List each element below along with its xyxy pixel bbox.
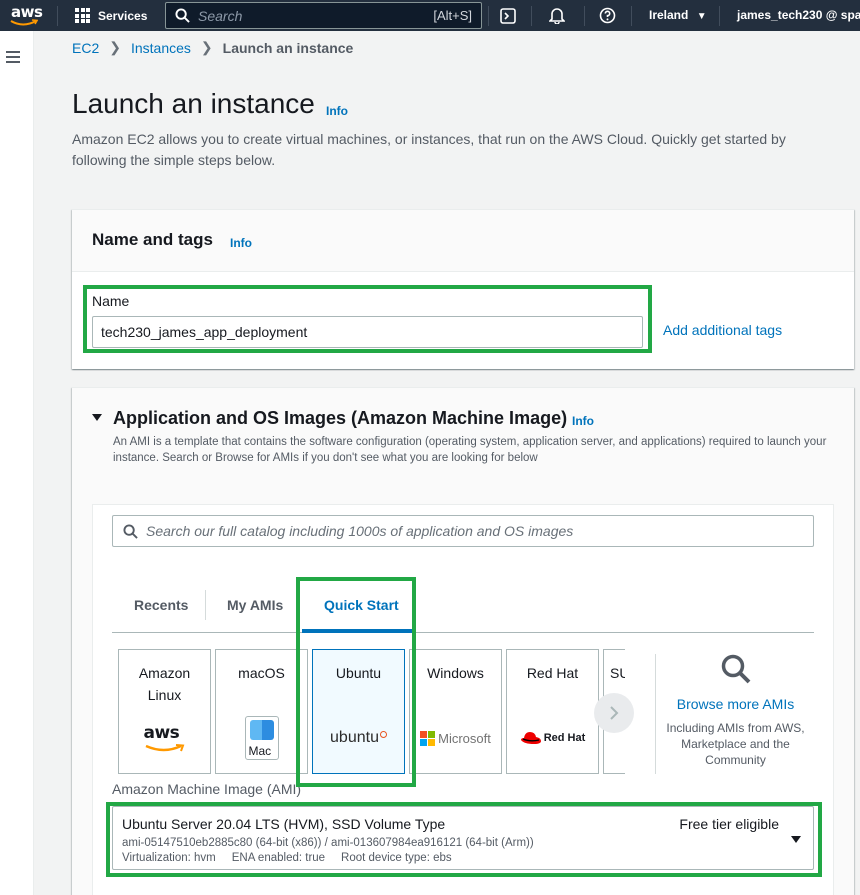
browse-more-amis-link[interactable]: Browse more AMIs bbox=[663, 696, 808, 712]
selected-ami-meta: Virtualization: hvm ENA enabled: true Ro… bbox=[122, 852, 452, 864]
browse-more-amis-subtitle: Including AMIs from AWS, Marketplace and… bbox=[666, 721, 805, 767]
ami-select-label: Amazon Machine Image (AMI) bbox=[112, 781, 302, 797]
ami-panel-title: Application and OS Images (Amazon Machin… bbox=[113, 408, 568, 428]
tab-divider bbox=[205, 590, 206, 620]
services-menu-button[interactable]: Services bbox=[55, 0, 156, 31]
panel-header: Name and tags Info bbox=[72, 210, 854, 272]
terminal-icon bbox=[500, 7, 516, 24]
add-additional-tags-link[interactable]: Add additional tags bbox=[663, 322, 782, 338]
divider bbox=[488, 6, 489, 26]
breadcrumb-ec2[interactable]: EC2 bbox=[72, 40, 99, 56]
cloudshell-button[interactable] bbox=[496, 0, 520, 31]
account-menu[interactable]: james_tech230 @ spar bbox=[737, 8, 860, 22]
ami-panel: Application and OS Images (Amazon Machin… bbox=[72, 387, 854, 895]
free-tier-badge: Free tier eligible bbox=[679, 816, 779, 832]
divider bbox=[655, 654, 656, 774]
browse-more-amis[interactable]: Browse more AMIs Including AMIs from AWS… bbox=[663, 653, 808, 768]
region-label: Ireland bbox=[649, 8, 689, 22]
active-tab-indicator bbox=[302, 629, 416, 633]
ami-catalog-search[interactable] bbox=[112, 515, 814, 547]
tab-my-amis[interactable]: My AMIs bbox=[227, 597, 283, 613]
help-button[interactable] bbox=[595, 0, 619, 31]
card-label: macOS bbox=[238, 665, 285, 681]
top-navigation: aws Services [Alt+S] Ireland ▼ james_tec… bbox=[0, 0, 860, 31]
grid-icon bbox=[75, 8, 90, 23]
search-icon bbox=[721, 654, 750, 684]
ubuntu-logo-icon: ubuntu bbox=[313, 718, 404, 758]
divider bbox=[531, 6, 532, 26]
name-label: Name bbox=[92, 293, 130, 309]
aws-smile-icon bbox=[10, 19, 38, 26]
hamburger-menu-icon[interactable] bbox=[6, 51, 20, 66]
region-selector[interactable]: Ireland ▼ bbox=[649, 8, 707, 22]
services-label: Services bbox=[98, 8, 148, 23]
selected-ami-ids: ami-05147510eb2885c80 (64-bit (x86)) / a… bbox=[122, 837, 534, 849]
os-card-red-hat[interactable]: Red Hat Red Hat bbox=[506, 649, 599, 774]
search-input[interactable] bbox=[198, 7, 418, 24]
collapse-caret-icon[interactable] bbox=[92, 414, 102, 421]
breadcrumb: EC2 ❯ Instances ❯ Launch an instance bbox=[72, 39, 353, 56]
os-card-ubuntu[interactable]: Ubuntu ubuntu bbox=[312, 649, 405, 774]
card-label: Windows bbox=[427, 665, 484, 681]
os-card-windows[interactable]: Windows Microsoft bbox=[409, 649, 502, 774]
breadcrumb-current: Launch an instance bbox=[222, 39, 354, 56]
os-card-macos[interactable]: macOS Mac bbox=[215, 649, 308, 774]
card-label: Amazon Linux bbox=[138, 665, 191, 703]
help-icon bbox=[599, 7, 615, 24]
caret-down-icon bbox=[791, 836, 801, 843]
side-navigation-collapsed bbox=[0, 31, 34, 895]
page-title: Launch an instance bbox=[72, 88, 315, 119]
card-label: SU bbox=[610, 665, 625, 681]
carousel-next-button[interactable] bbox=[594, 693, 634, 733]
mac-finder-icon: Mac bbox=[216, 716, 307, 760]
name-and-tags-info-link[interactable]: Info bbox=[230, 236, 252, 250]
divider bbox=[631, 6, 632, 26]
aws-logo[interactable]: aws bbox=[0, 0, 55, 31]
name-and-tags-panel: Name and tags Info Name Add additional t… bbox=[72, 209, 854, 369]
page-description: Amazon EC2 allows you to create virtual … bbox=[72, 131, 786, 168]
name-and-tags-title: Name and tags bbox=[92, 230, 213, 249]
divider bbox=[719, 6, 720, 26]
notifications-button[interactable] bbox=[545, 0, 569, 31]
os-card-amazon-linux[interactable]: Amazon Linux aws bbox=[118, 649, 211, 774]
ami-description: An AMI is a template that contains the s… bbox=[113, 436, 827, 464]
page-info-link[interactable]: Info bbox=[326, 104, 348, 118]
caret-down-icon: ▼ bbox=[696, 11, 707, 22]
tab-recents[interactable]: Recents bbox=[134, 597, 188, 613]
chevron-right-icon: ❯ bbox=[109, 39, 121, 55]
ami-info-link[interactable]: Info bbox=[572, 414, 594, 428]
search-icon bbox=[175, 8, 190, 23]
tab-quick-start[interactable]: Quick Start bbox=[324, 597, 399, 613]
breadcrumb-instances[interactable]: Instances bbox=[131, 40, 191, 56]
ami-search-input[interactable] bbox=[146, 523, 786, 539]
divider bbox=[584, 6, 585, 26]
search-icon bbox=[123, 523, 138, 539]
microsoft-logo-icon: Microsoft bbox=[410, 718, 501, 758]
red-hat-logo-icon: Red Hat bbox=[507, 718, 598, 758]
aws-logo-icon: aws bbox=[119, 718, 210, 758]
instance-name-input[interactable] bbox=[92, 316, 643, 348]
card-label: Red Hat bbox=[526, 665, 579, 681]
search-shortcut: [Alt+S] bbox=[433, 8, 472, 23]
ami-selector-container: Recents My AMIs Quick Start Amazon Linux… bbox=[92, 504, 834, 895]
ami-dropdown[interactable]: Ubuntu Server 20.04 LTS (HVM), SSD Volum… bbox=[112, 806, 814, 870]
selected-ami-name: Ubuntu Server 20.04 LTS (HVM), SSD Volum… bbox=[122, 816, 446, 832]
bell-icon bbox=[549, 8, 565, 24]
chevron-right-icon bbox=[610, 706, 619, 720]
global-search[interactable]: [Alt+S] bbox=[165, 2, 482, 29]
tabs-underline bbox=[112, 632, 814, 633]
chevron-right-icon: ❯ bbox=[200, 39, 213, 55]
card-label: Ubuntu bbox=[335, 665, 382, 681]
